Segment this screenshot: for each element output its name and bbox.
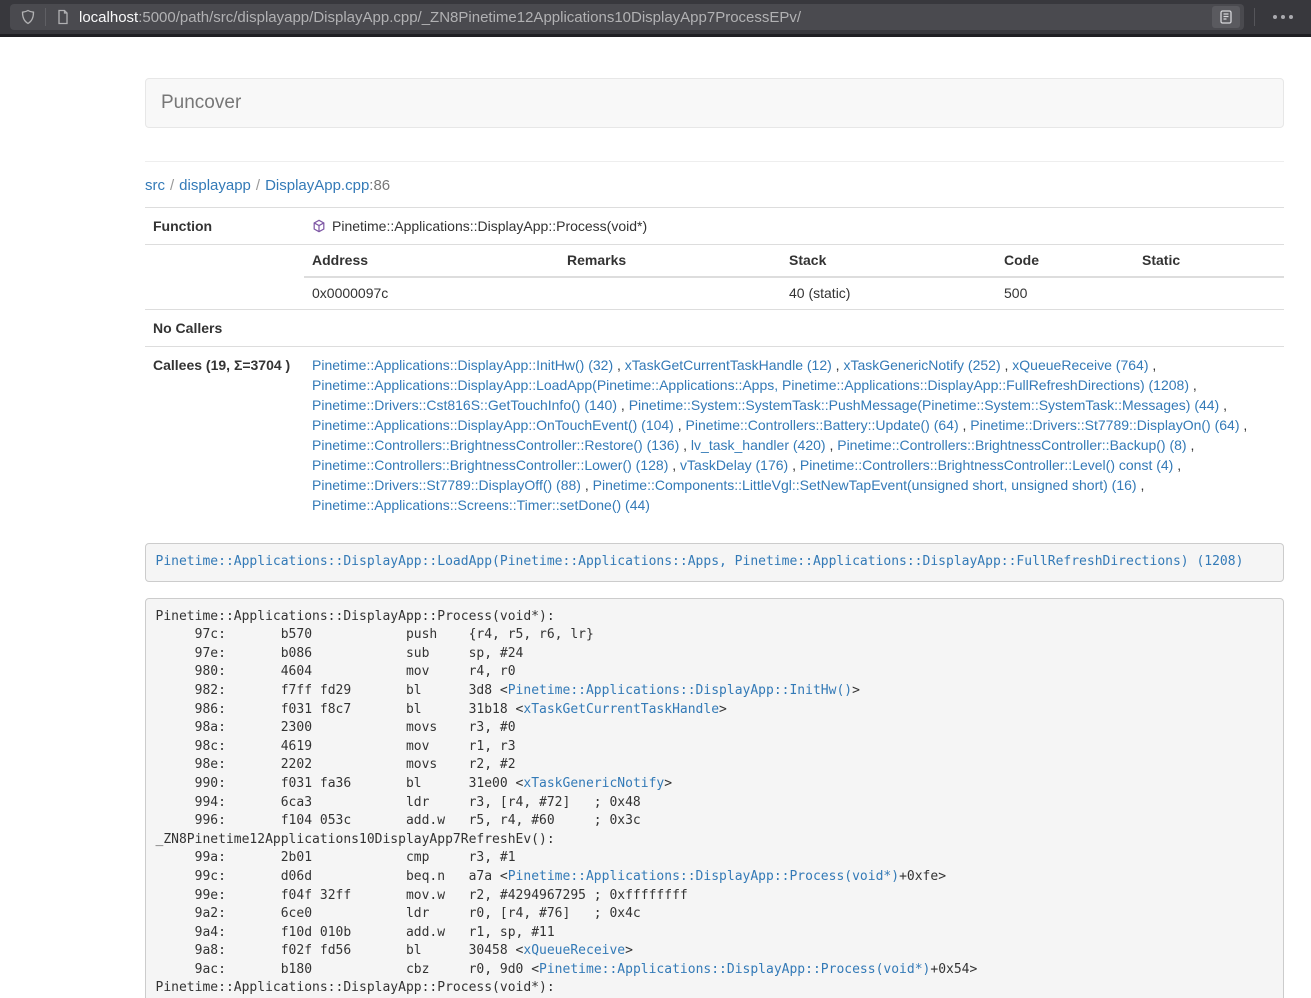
breadcrumb-separator: / [170,177,174,194]
function-detail-table: Function Pinetime::Applications::Display… [145,207,1284,523]
navbar: Puncover [145,78,1284,128]
asm-symbol-link[interactable]: xTaskGenericNotify [523,776,664,791]
brand-link[interactable]: Puncover [146,92,256,114]
divider [1254,8,1255,26]
toolbar-bottom-strip [0,34,1311,37]
table-row: 0x0000097c 40 (static) 500 [304,277,1284,309]
breadcrumb: src / displayapp / DisplayApp.cpp:86 [145,177,1284,194]
page-content: Puncover src / displayapp / DisplayApp.cpp:8… [145,78,1284,998]
callee-link[interactable]: Pinetime::Controllers::BrightnessControl… [312,457,668,473]
highlighted-callee-link[interactable]: Pinetime::Applications::DisplayApp::Load… [156,554,1244,569]
callee-link[interactable]: Pinetime::Drivers::St7789::DisplayOff() … [312,477,581,493]
callee-link[interactable]: Pinetime::Controllers::BrightnessControl… [800,457,1173,473]
callee-link[interactable]: Pinetime::Controllers::Battery::Update()… [686,417,959,433]
empty-cell [145,245,304,310]
url-path: :5000/path/src/displayapp/DisplayApp.cpp… [138,9,801,26]
callee-link[interactable]: Pinetime::Drivers::Cst816S::GetTouchInfo… [312,397,617,413]
callee-link[interactable]: lv_task_handler (420) [691,437,826,453]
breadcrumb-separator: / [256,177,260,194]
static-value [1134,277,1284,309]
column-header-remarks: Remarks [559,245,781,277]
callee-link[interactable]: xTaskGetCurrentTaskHandle (12) [625,357,832,373]
no-callers-label: No Callers [145,310,304,347]
callee-link[interactable]: Pinetime::Applications::DisplayApp::OnTo… [312,417,674,433]
asm-symbol-link[interactable]: Pinetime::Applications::DisplayApp::Init… [508,683,852,698]
column-header-static: Static [1134,245,1284,277]
asm-symbol-link[interactable]: xQueueReceive [523,943,625,958]
callee-link[interactable]: Pinetime::Applications::Screens::Timer::… [312,497,650,513]
callee-link[interactable]: vTaskDelay (176) [680,457,788,473]
callee-link[interactable]: Pinetime::Controllers::BrightnessControl… [837,437,1186,453]
url-host: localhost [79,9,138,26]
shield-icon[interactable] [20,9,36,25]
callee-link[interactable]: Pinetime::Drivers::St7789::DisplayOn() (… [970,417,1239,433]
remarks-value [559,277,781,309]
function-label: Function [145,208,304,245]
divider [145,161,1284,162]
table-header-row: Address Remarks Stack Code Static [304,245,1284,277]
reader-mode-icon [1218,9,1234,25]
disassembly-listing: Pinetime::Applications::DisplayApp::Proc… [145,598,1284,998]
dot [1289,15,1293,19]
page-icon [55,9,71,25]
reader-mode-button[interactable] [1212,6,1240,28]
code-value: 500 [996,277,1134,309]
breadcrumb-link-file[interactable]: DisplayApp.cpp [265,177,369,194]
dot [1281,15,1285,19]
callee-link[interactable]: Pinetime::Controllers::BrightnessControl… [312,437,679,453]
callee-link[interactable]: Pinetime::Applications::DisplayApp::Init… [312,357,613,373]
function-name-cell: Pinetime::Applications::DisplayApp::Proc… [304,208,1284,245]
highlighted-callee-box: Pinetime::Applications::DisplayApp::Load… [145,543,1284,582]
stack-value: 40 (static) [781,277,996,309]
breadcrumb-link-src[interactable]: src [145,177,165,194]
function-stats-table: Address Remarks Stack Code Static 0x0000… [304,245,1284,309]
table-row: No Callers [145,310,1284,347]
callees-label: Callees (19, Σ=3704 ) [145,347,304,524]
callee-link[interactable]: Pinetime::Components::LittleVgl::SetNewT… [593,477,1137,493]
callee-link[interactable]: Pinetime::Applications::DisplayApp::Load… [312,377,1189,393]
empty-cell [304,310,1284,347]
callees-list: Pinetime::Applications::DisplayApp::Init… [304,347,1284,524]
asm-symbol-link[interactable]: Pinetime::Applications::DisplayApp::Proc… [508,869,899,884]
address-value: 0x0000097c [304,277,559,309]
dot [1273,15,1277,19]
callee-link[interactable]: xTaskGenericNotify (252) [843,357,1000,373]
table-row: Address Remarks Stack Code Static 0x0000… [145,245,1284,310]
menu-button[interactable] [1265,15,1301,19]
breadcrumb-link-displayapp[interactable]: displayapp [179,177,251,194]
asm-symbol-link[interactable]: xTaskGetCurrentTaskHandle [523,702,719,717]
column-header-address: Address [304,245,559,277]
divider [45,8,46,26]
breadcrumb-line-number: :86 [369,177,390,194]
table-row: Function Pinetime::Applications::Display… [145,208,1284,245]
table-row: Callees (19, Σ=3704 ) Pinetime::Applicat… [145,347,1284,524]
column-header-stack: Stack [781,245,996,277]
url-bar[interactable]: localhost:5000/path/src/displayapp/Displ… [10,4,1244,30]
url-text[interactable]: localhost:5000/path/src/displayapp/Displ… [79,9,1212,26]
callee-link[interactable]: xQueueReceive (764) [1012,357,1148,373]
symbol-cube-icon [312,219,326,233]
asm-symbol-link[interactable]: Pinetime::Applications::DisplayApp::Proc… [539,962,930,977]
function-name: Pinetime::Applications::DisplayApp::Proc… [332,218,647,234]
column-header-code: Code [996,245,1134,277]
browser-toolbar: localhost:5000/path/src/displayapp/Displ… [0,0,1311,34]
callee-link[interactable]: Pinetime::System::SystemTask::PushMessag… [629,397,1220,413]
